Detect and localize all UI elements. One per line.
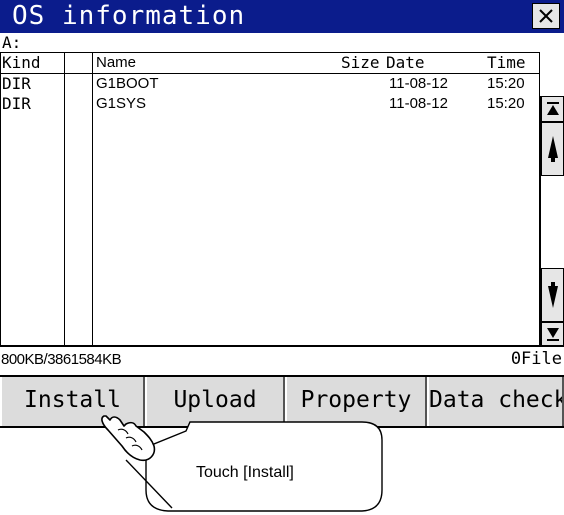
callout-text: Touch [Install] [196,464,294,481]
callout-bubble [101,415,383,512]
hand-pointer-icon [101,415,156,462]
